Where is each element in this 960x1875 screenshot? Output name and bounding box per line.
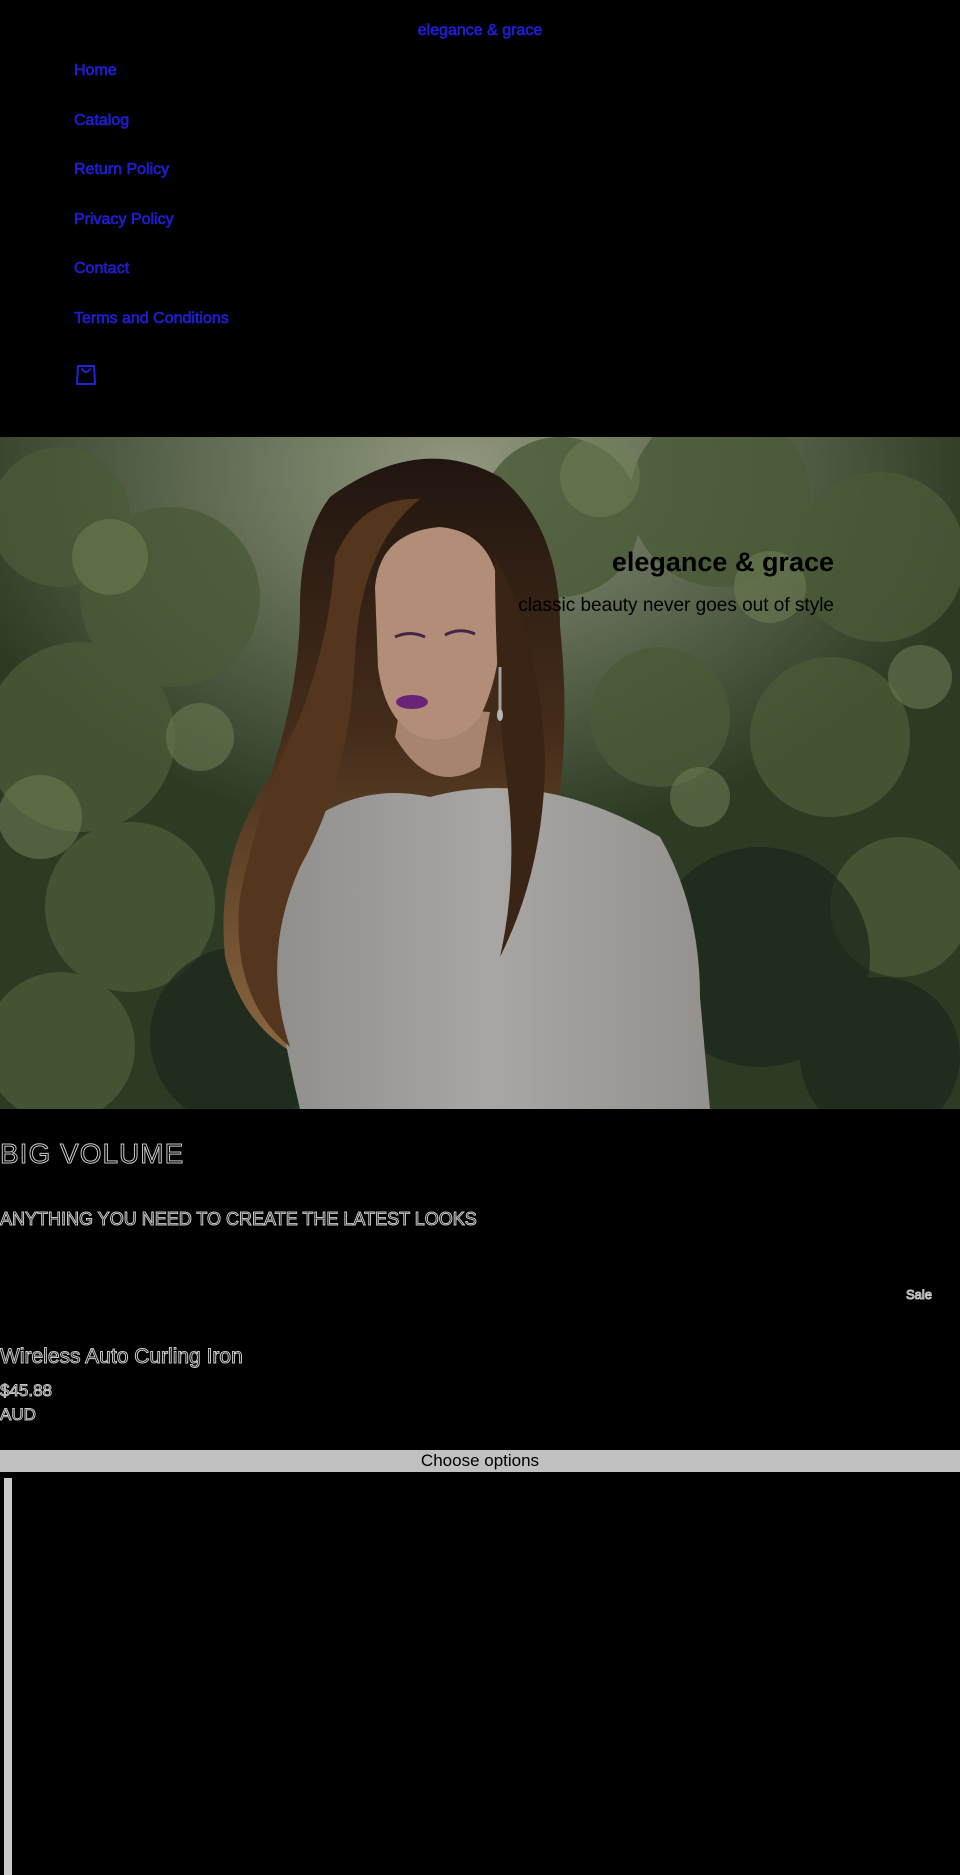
product-title[interactable]: Wireless Auto Curling Iron: [0, 1345, 243, 1369]
product-price: $45.88 AUD: [0, 1379, 53, 1427]
sale-badge: Sale: [905, 1287, 932, 1303]
nav-item-catalog: Catalog: [74, 111, 229, 162]
hero-banner: elegance & grace classic beauty never go…: [0, 437, 960, 1109]
nav-link-terms[interactable]: Terms and Conditions: [74, 309, 229, 327]
shopping-bag-icon: [76, 365, 96, 385]
price-currency: AUD: [0, 1405, 36, 1425]
nav-item-contact: Contact: [74, 260, 229, 310]
nav-item-privacy-policy: Privacy Policy: [74, 210, 229, 261]
nav-link-catalog[interactable]: Catalog: [74, 111, 130, 129]
collection-description: ANYTHING YOU NEED TO CREATE THE LATEST L…: [0, 1209, 477, 1230]
main-nav: Home Catalog Return Policy Privacy Polic…: [74, 62, 229, 359]
hero-subtitle: classic beauty never goes out of style: [518, 595, 834, 616]
nav-item-home: Home: [74, 62, 229, 112]
collection-title: BIG VOLUME: [0, 1138, 185, 1170]
price-amount: $45.88: [0, 1381, 53, 1401]
nav-link-return-policy[interactable]: Return Policy: [74, 161, 170, 179]
hero-image: [0, 437, 960, 1109]
cart-link[interactable]: [74, 359, 98, 387]
brand-link[interactable]: elegance & grace: [0, 22, 960, 40]
choose-options-button[interactable]: Choose options: [0, 1450, 960, 1472]
nav-link-home[interactable]: Home: [74, 62, 117, 80]
nav-link-privacy-policy[interactable]: Privacy Policy: [74, 210, 174, 228]
hero-title: elegance & grace: [611, 547, 834, 577]
nav-item-terms: Terms and Conditions: [74, 309, 229, 360]
site-header: elegance & grace Home Catalog Return Pol…: [0, 0, 960, 437]
frame-edge: [4, 1478, 12, 1875]
nav-link-contact[interactable]: Contact: [74, 260, 130, 278]
nav-item-return-policy: Return Policy: [74, 161, 229, 211]
